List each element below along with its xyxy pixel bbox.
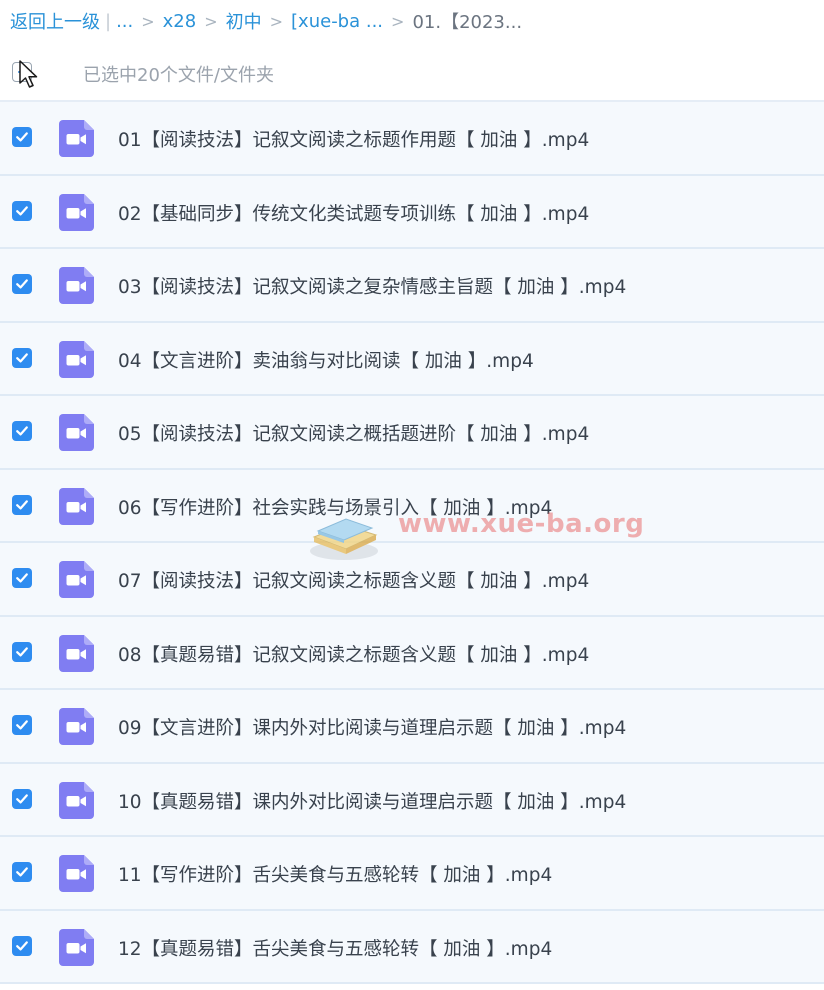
breadcrumb-item-xue-ba[interactable]: [xue-ba ... bbox=[291, 11, 383, 32]
video-file-icon bbox=[59, 267, 94, 304]
file-row[interactable]: 03【阅读技法】记叙文阅读之复杂情感主旨题【 加油 】.mp4 bbox=[0, 249, 824, 323]
video-file-icon bbox=[59, 708, 94, 745]
video-file-icon bbox=[59, 634, 94, 672]
file-name[interactable]: 01【阅读技法】记叙文阅读之标题作用题【 加油 】.mp4 bbox=[118, 126, 589, 152]
selection-summary: 已选中20个文件/文件夹 bbox=[83, 65, 274, 86]
file-row[interactable]: 12【真题易错】舌尖美食与五感轮转【 加油 】.mp4 bbox=[0, 910, 824, 984]
check-icon bbox=[16, 793, 28, 803]
file-name[interactable]: 11【写作进阶】舌尖美食与五感轮转【 加油 】.mp4 bbox=[118, 861, 552, 887]
video-file-icon bbox=[59, 193, 94, 231]
breadcrumb-item-junior[interactable]: 初中 bbox=[226, 8, 262, 34]
file-name[interactable]: 12【真题易错】舌尖美食与五感轮转【 加油 】.mp4 bbox=[118, 935, 552, 961]
breadcrumb: 返回上一级 | ... > x28 > 初中 > [xue-ba ... > 0… bbox=[10, 8, 522, 34]
mouse-cursor-icon bbox=[19, 60, 38, 88]
check-icon bbox=[16, 646, 28, 656]
chevron-right-icon: > bbox=[269, 11, 284, 31]
file-name[interactable]: 03【阅读技法】记叙文阅读之复杂情感主旨题【 加油 】.mp4 bbox=[118, 273, 626, 299]
file-row[interactable]: 11【写作进阶】舌尖美食与五感轮转【 加油 】.mp4 bbox=[0, 837, 824, 911]
video-file-icon bbox=[59, 340, 94, 378]
breadcrumb-current: 01.【2023... bbox=[412, 12, 523, 33]
selection-bar: 已选中20个文件/文件夹 bbox=[0, 52, 824, 96]
file-name[interactable]: 04【文言进阶】卖油翁与对比阅读【 加油 】.mp4 bbox=[118, 347, 534, 373]
breadcrumb-ellipsis[interactable]: ... bbox=[116, 11, 133, 32]
file-checkbox[interactable] bbox=[12, 715, 32, 735]
check-icon bbox=[16, 720, 28, 730]
file-checkbox[interactable] bbox=[12, 127, 32, 147]
file-checkbox[interactable] bbox=[12, 568, 32, 588]
file-name[interactable]: 08【真题易错】记叙文阅读之标题含义题【 加油 】.mp4 bbox=[118, 641, 589, 667]
file-checkbox[interactable] bbox=[12, 788, 32, 809]
file-checkbox[interactable] bbox=[12, 862, 32, 882]
file-name[interactable]: 07【阅读技法】记叙文阅读之标题含义题【 加油 】.mp4 bbox=[118, 567, 589, 593]
video-file-icon bbox=[59, 414, 94, 451]
file-row[interactable]: 09【文言进阶】课内外对比阅读与道理启示题【 加油 】.mp4 bbox=[0, 690, 824, 764]
file-checkbox[interactable] bbox=[12, 935, 32, 956]
file-name[interactable]: 09【文言进阶】课内外对比阅读与道理启示题【 加油 】.mp4 bbox=[118, 714, 626, 740]
check-icon bbox=[16, 352, 28, 362]
check-icon bbox=[16, 867, 28, 877]
file-list: 01【阅读技法】记叙文阅读之标题作用题【 加油 】.mp4 02【基础同步】传统… bbox=[0, 100, 824, 984]
file-row[interactable]: 10【真题易错】课内外对比阅读与道理启示题【 加油 】.mp4 bbox=[0, 763, 824, 837]
video-file-icon bbox=[59, 928, 94, 966]
file-name[interactable]: 06【写作进阶】社会实践与场景引入【 加油 】.mp4 bbox=[118, 494, 552, 520]
chevron-right-icon: > bbox=[141, 11, 155, 31]
chevron-right-icon: > bbox=[204, 11, 218, 31]
back-link[interactable]: 返回上一级 bbox=[10, 8, 100, 34]
check-icon bbox=[16, 205, 28, 215]
check-icon bbox=[16, 132, 28, 142]
file-row[interactable]: 07【阅读技法】记叙文阅读之标题含义题【 加油 】.mp4 bbox=[0, 543, 824, 617]
check-icon bbox=[16, 426, 28, 436]
breadcrumb-separator: | bbox=[105, 10, 112, 32]
file-checkbox[interactable] bbox=[12, 421, 32, 441]
file-row[interactable]: 08【真题易错】记叙文阅读之标题含义题【 加油 】.mp4 bbox=[0, 616, 824, 690]
chevron-right-icon: > bbox=[391, 11, 405, 31]
check-icon bbox=[16, 499, 28, 509]
file-row[interactable]: 06【写作进阶】社会实践与场景引入【 加油 】.mp4 bbox=[0, 469, 824, 543]
check-icon bbox=[16, 279, 28, 289]
video-file-icon bbox=[59, 561, 94, 598]
video-file-icon bbox=[59, 120, 94, 157]
file-row[interactable]: 01【阅读技法】记叙文阅读之标题作用题【 加油 】.mp4 bbox=[0, 102, 824, 176]
breadcrumb-item-x28[interactable]: x28 bbox=[163, 11, 197, 32]
video-file-icon bbox=[59, 487, 94, 525]
file-checkbox[interactable] bbox=[12, 494, 32, 515]
check-icon bbox=[16, 940, 28, 950]
file-row[interactable]: 02【基础同步】传统文化类试题专项训练【 加油 】.mp4 bbox=[0, 175, 824, 249]
file-row[interactable]: 05【阅读技法】记叙文阅读之概括题进阶【 加油 】.mp4 bbox=[0, 396, 824, 470]
file-name[interactable]: 02【基础同步】传统文化类试题专项训练【 加油 】.mp4 bbox=[118, 200, 589, 226]
check-icon bbox=[16, 573, 28, 583]
file-checkbox[interactable] bbox=[12, 347, 32, 368]
video-file-icon bbox=[59, 781, 94, 819]
video-file-icon bbox=[59, 855, 94, 892]
file-row[interactable]: 04【文言进阶】卖油翁与对比阅读【 加油 】.mp4 bbox=[0, 322, 824, 396]
file-checkbox[interactable] bbox=[12, 641, 32, 662]
file-checkbox[interactable] bbox=[12, 200, 32, 221]
file-name[interactable]: 05【阅读技法】记叙文阅读之概括题进阶【 加油 】.mp4 bbox=[118, 420, 589, 446]
file-name[interactable]: 10【真题易错】课内外对比阅读与道理启示题【 加油 】.mp4 bbox=[118, 788, 626, 814]
file-checkbox[interactable] bbox=[12, 274, 32, 294]
